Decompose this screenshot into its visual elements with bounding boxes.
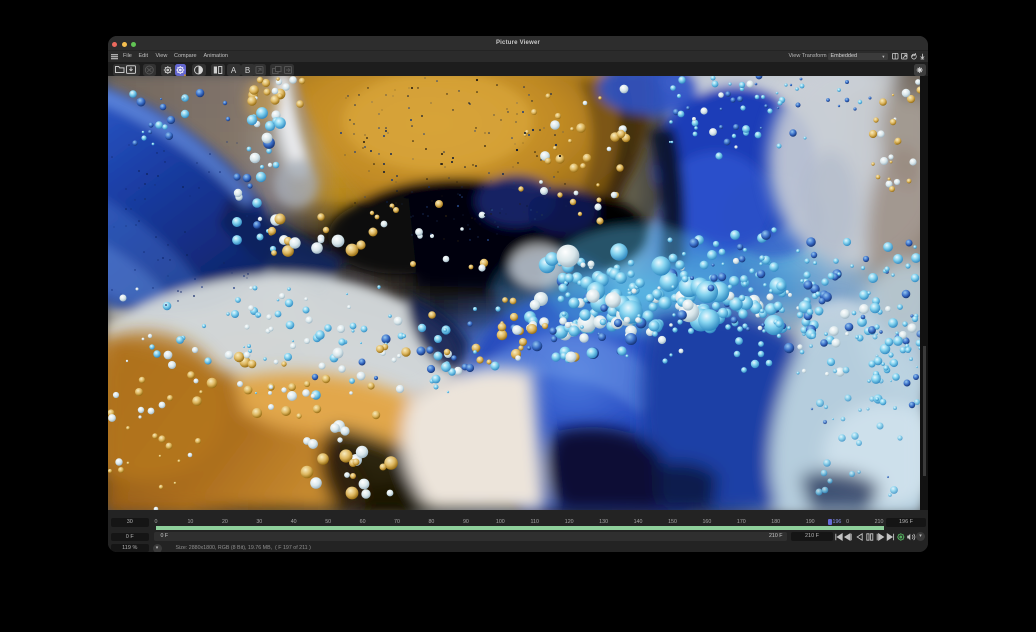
svg-text:B: B (245, 66, 250, 75)
svg-text:A: A (231, 66, 237, 75)
